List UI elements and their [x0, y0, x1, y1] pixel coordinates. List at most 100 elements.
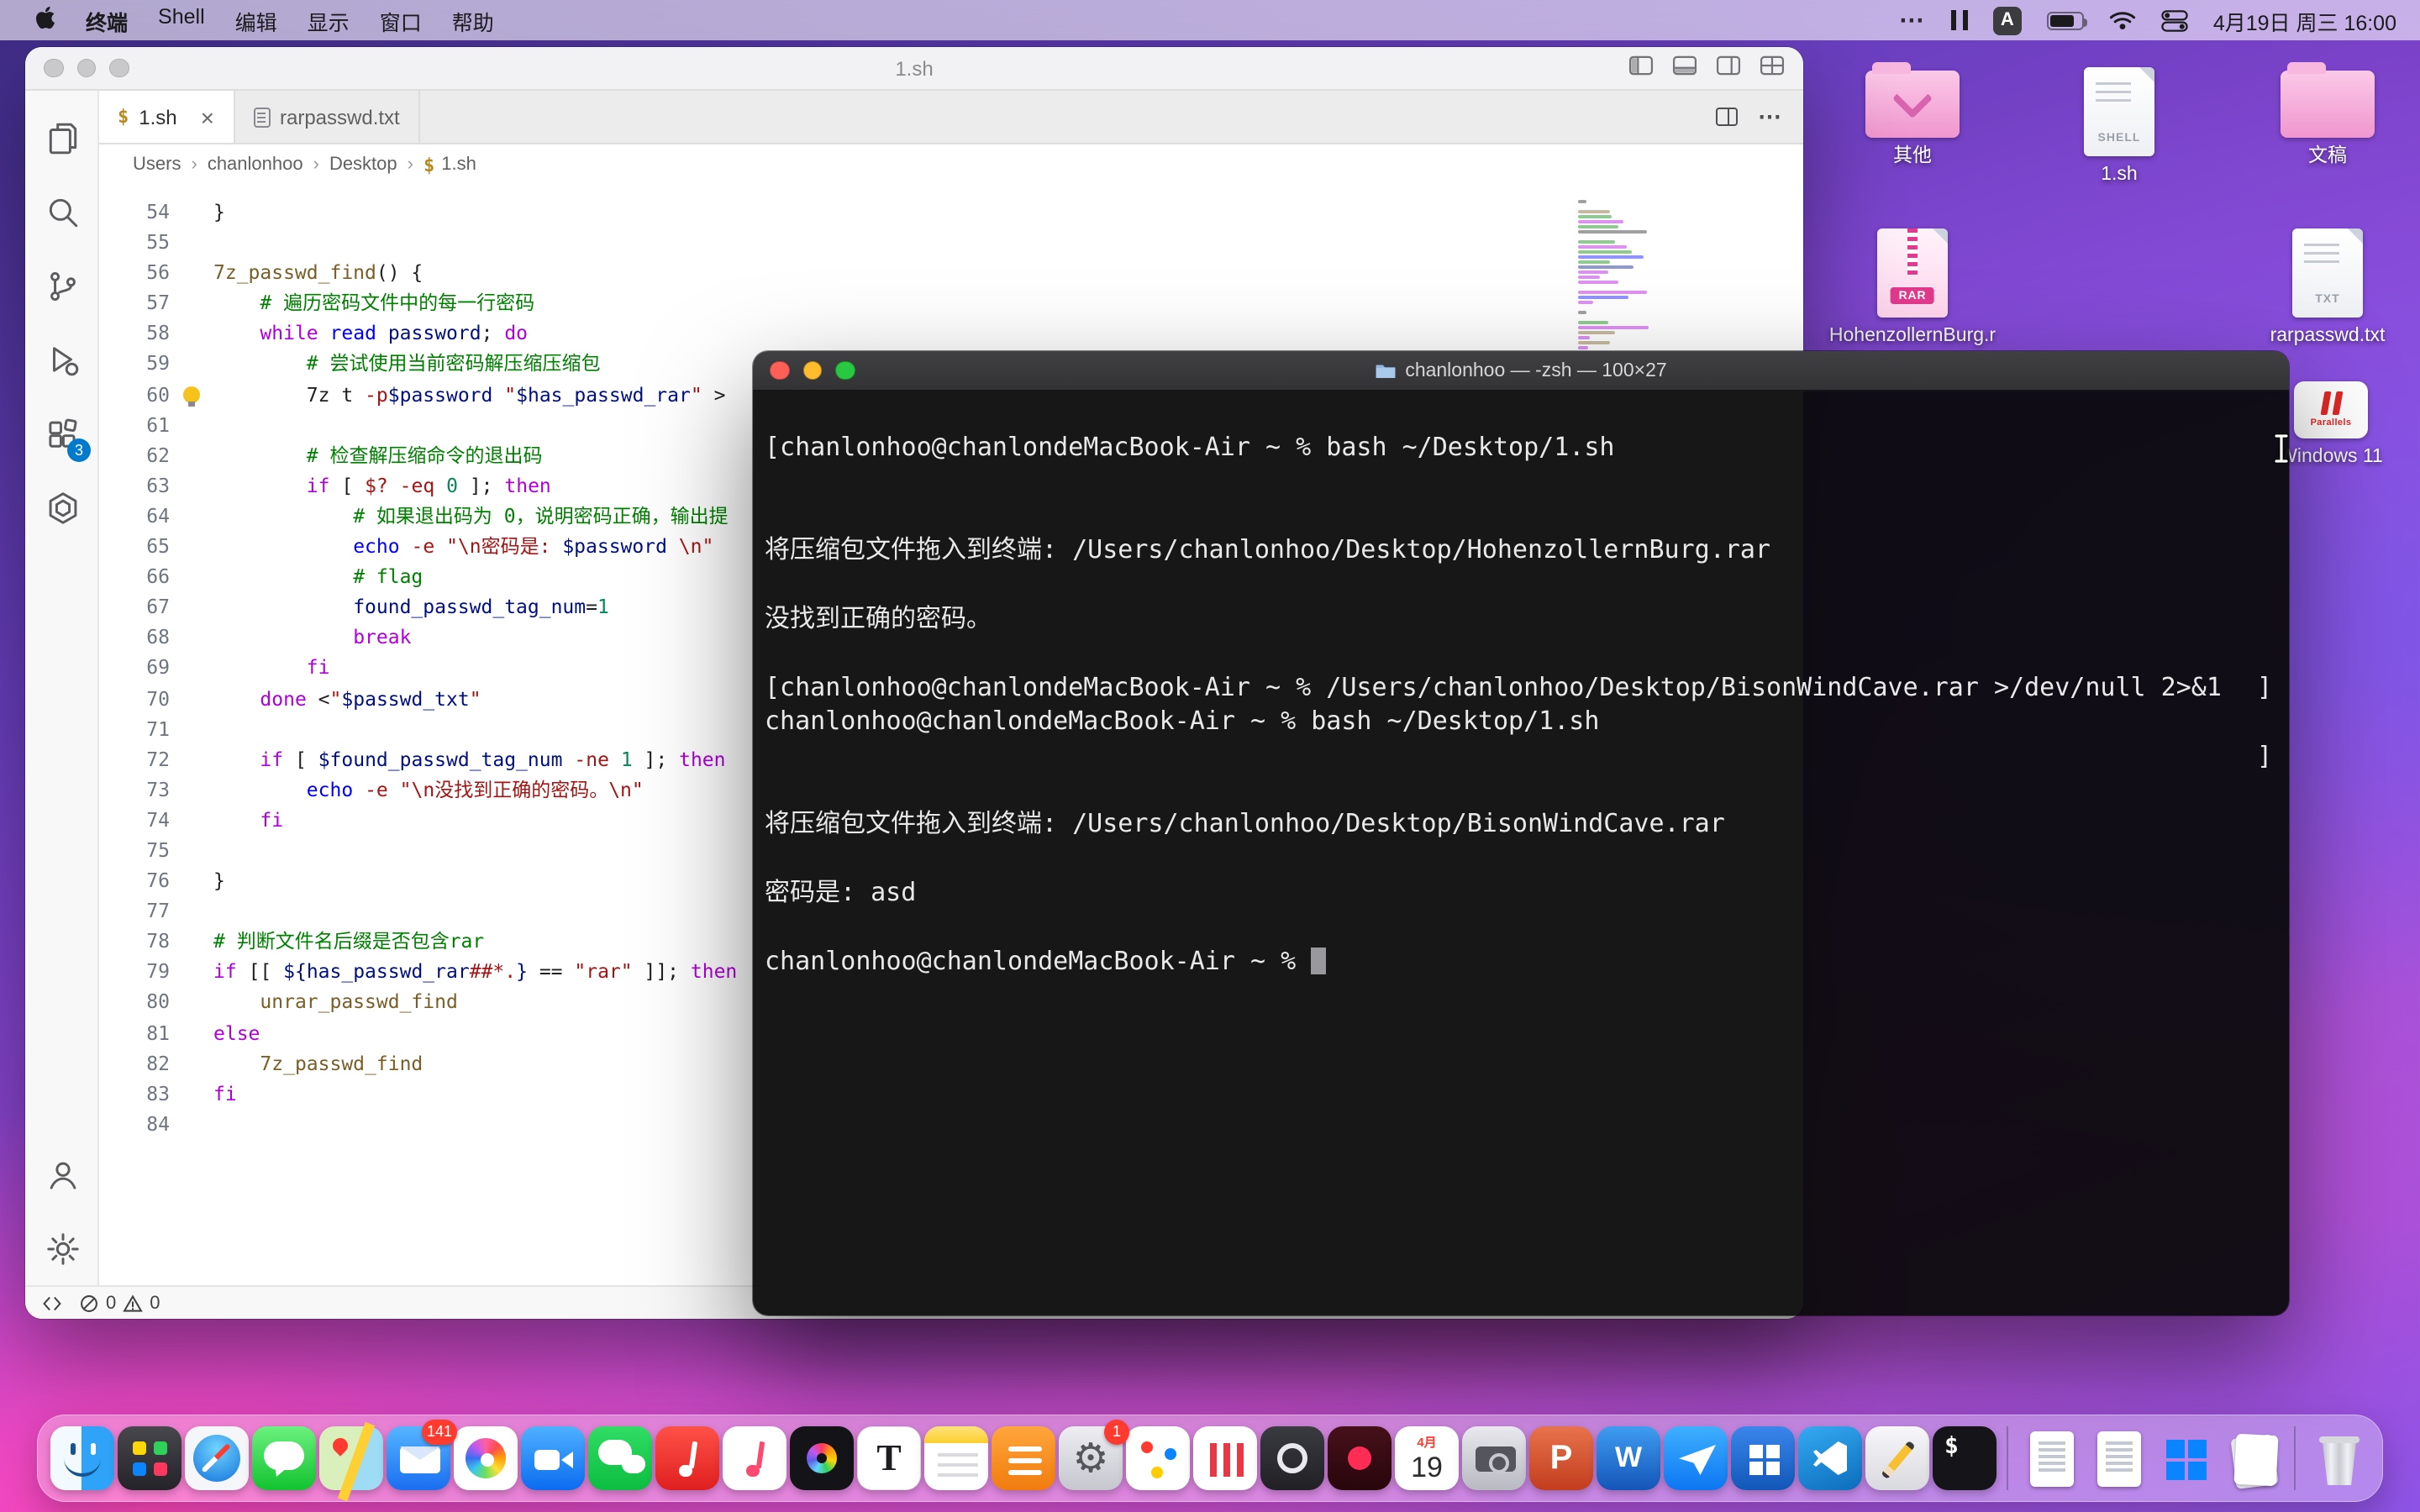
word-dock-icon[interactable]: W: [1597, 1426, 1660, 1490]
wechat-dock-icon[interactable]: [588, 1426, 652, 1490]
tab-1.sh[interactable]: $1.sh×: [99, 91, 234, 143]
parallels-status-icon[interactable]: [1951, 10, 1968, 30]
minimap[interactable]: [1578, 185, 1719, 355]
menubar-clock[interactable]: 4月19日 周三 16:00: [2213, 4, 2396, 36]
desktop-icon-folder-documents[interactable]: 文稿: [2240, 71, 2415, 169]
terminal-row: [chanlonhoo@chanlondeMacBook-Air ~ % bas…: [765, 430, 2279, 465]
blue-send-app-dock-icon[interactable]: [1664, 1426, 1728, 1490]
toggle-primary-sidebar-icon[interactable]: [1628, 53, 1654, 83]
vscode-titlebar[interactable]: 1.sh: [25, 47, 1803, 91]
terminal-row: [765, 465, 2279, 499]
media-dark-app-dock-icon[interactable]: [1328, 1426, 1392, 1490]
powerpoint-dock-icon[interactable]: P: [1529, 1426, 1593, 1490]
wifi-icon[interactable]: [2109, 10, 2136, 30]
account-icon[interactable]: [25, 1137, 99, 1211]
menu-帮助[interactable]: 帮助: [437, 4, 509, 36]
code-line[interactable]: 57 # 遍历密码文件中的每一行密码: [99, 288, 1803, 318]
blue-grid-app-dock-icon[interactable]: [1731, 1426, 1795, 1490]
menu-窗口[interactable]: 窗口: [365, 4, 437, 36]
breadcrumb-item-Users[interactable]: Users: [133, 155, 181, 175]
node-graph-app-dock-icon[interactable]: [1126, 1426, 1190, 1490]
code-line[interactable]: 54}: [99, 197, 1803, 227]
minimize-window-button[interactable]: [76, 59, 96, 78]
calendar-dock-icon[interactable]: 4月19: [1395, 1426, 1459, 1490]
apple-menu[interactable]: [20, 5, 71, 35]
menu-显示[interactable]: 显示: [292, 4, 365, 36]
txt-file-dock-icon[interactable]: [2086, 1426, 2149, 1490]
tab-rarpasswd.txt[interactable]: rarpasswd.txt: [234, 91, 420, 143]
run-debug-icon[interactable]: [25, 323, 99, 396]
mail-dock-icon[interactable]: 141: [387, 1426, 450, 1490]
video-app-dock-icon[interactable]: [521, 1426, 585, 1490]
desktop-icon-file-1sh[interactable]: SHELL1.sh: [2032, 67, 2207, 187]
typora-dock-icon[interactable]: T: [857, 1426, 921, 1490]
breadcrumb-item-1.sh[interactable]: 1.sh: [441, 155, 476, 175]
camera-dark-app-dock-icon[interactable]: [1260, 1426, 1324, 1490]
music-red-app-dock-icon[interactable]: [655, 1426, 719, 1490]
battery-icon[interactable]: [2047, 11, 2084, 29]
code-line[interactable]: 567z_passwd_find() {: [99, 257, 1803, 287]
apple-music-dock-icon[interactable]: [723, 1426, 786, 1490]
lightbulb-icon[interactable]: [183, 386, 200, 402]
photos-dock-icon[interactable]: [454, 1426, 518, 1490]
camera-grey-app-dock-icon[interactable]: [1462, 1426, 1526, 1490]
trash-dock-icon[interactable]: [2306, 1426, 2370, 1490]
breadcrumb-item-chanlonhoo[interactable]: chanlonhoo: [208, 155, 303, 175]
finder-dock-icon[interactable]: [50, 1426, 114, 1490]
code-text: if [[ ${has_passwd_rar##*.} == "rar" ]];…: [170, 957, 737, 987]
more-actions-icon[interactable]: ⋯: [1758, 102, 1783, 131]
windows-11-vm-dock-icon[interactable]: [2153, 1426, 2217, 1490]
document-file-dock-icon[interactable]: [2018, 1426, 2082, 1490]
customize-layout-icon[interactable]: [1760, 53, 1785, 83]
split-editor-icon[interactable]: [1716, 108, 1738, 126]
desktop-icon-file-rarpasswd-txt[interactable]: TXTrarpasswd.txt: [2240, 228, 2415, 349]
messages-dock-icon[interactable]: [252, 1426, 316, 1490]
system-settings-dock-icon[interactable]: ⚙1: [1059, 1426, 1123, 1490]
orange-list-app-dock-icon[interactable]: [992, 1426, 1055, 1490]
desktop-icon-folder-other[interactable]: 其他: [1825, 71, 2000, 169]
ellipsis-status-icon[interactable]: ⋯: [1899, 5, 1926, 35]
extensions-icon[interactable]: 3: [25, 396, 99, 470]
explorer-icon[interactable]: [25, 101, 99, 175]
breadcrumb-item-Desktop[interactable]: Desktop: [329, 155, 397, 175]
code-line[interactable]: 55: [99, 227, 1803, 257]
control-center-icon[interactable]: [2161, 9, 2188, 31]
maps-dock-icon[interactable]: [319, 1426, 383, 1490]
close-window-button[interactable]: [770, 361, 789, 381]
file-icon: TXT: [2292, 228, 2363, 318]
toggle-secondary-sidebar-icon[interactable]: [1716, 53, 1741, 83]
source-control-icon[interactable]: [25, 249, 99, 323]
terminal-window[interactable]: chanlonhoo — -zsh — 100×27 [chanlonhoo@c…: [753, 351, 2289, 1315]
close-tab-icon[interactable]: ×: [201, 105, 214, 129]
code-text: found_passwd_tag_num=1: [170, 591, 609, 622]
pencil-editor-app-dock-icon[interactable]: [1865, 1426, 1929, 1490]
safari-dock-icon[interactable]: [185, 1426, 249, 1490]
toggle-panel-icon[interactable]: [1672, 53, 1697, 83]
terminal-title: chanlonhoo — -zsh — 100×27: [753, 360, 2289, 381]
settings-icon[interactable]: [25, 1211, 99, 1285]
chatgpt-icon[interactable]: [25, 470, 99, 544]
terminal-app-dock-icon[interactable]: $: [1933, 1426, 1996, 1490]
dark-ring-app-dock-icon[interactable]: [790, 1426, 854, 1490]
zoom-window-button[interactable]: [109, 59, 129, 78]
menu-编辑[interactable]: 编辑: [220, 4, 292, 36]
notes-dock-icon[interactable]: [924, 1426, 988, 1490]
minimize-window-button[interactable]: [802, 361, 822, 381]
problems-indicator[interactable]: 0 0: [79, 1293, 160, 1313]
line-number: 67: [99, 591, 170, 622]
input-source-icon[interactable]: A: [1993, 6, 2022, 34]
zoom-window-button[interactable]: [835, 361, 855, 381]
paper-stack-dock-icon[interactable]: [2220, 1426, 2284, 1490]
search-icon[interactable]: [25, 175, 99, 249]
vscode-dock-icon[interactable]: [1798, 1426, 1862, 1490]
menu-bar: 终端 Shell编辑显示窗口帮助 ⋯ A 4月19日 周三 16:00: [0, 0, 2420, 40]
code-line[interactable]: 58 while read password; do: [99, 318, 1803, 349]
terminal-output-area[interactable]: [chanlonhoo@chanlondeMacBook-Air ~ % bas…: [753, 391, 2289, 1315]
terminal-titlebar[interactable]: chanlonhoo — -zsh — 100×27: [753, 351, 2289, 391]
close-window-button[interactable]: [44, 59, 63, 78]
app-menu-terminal[interactable]: 终端: [71, 4, 143, 36]
menu-Shell[interactable]: Shell: [143, 4, 220, 36]
remote-indicator-icon[interactable]: [42, 1293, 62, 1313]
red-bars-app-dock-icon[interactable]: [1193, 1426, 1257, 1490]
launchpad-dock-icon[interactable]: [118, 1426, 182, 1490]
